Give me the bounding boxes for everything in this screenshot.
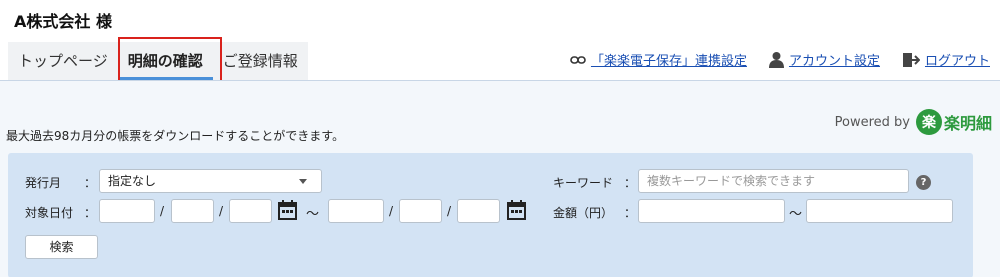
date-to-month-input[interactable]	[399, 199, 442, 223]
date-to-day-input[interactable]	[457, 199, 500, 223]
date-separator: /	[389, 204, 394, 218]
dropdown-arrow-icon	[299, 179, 307, 184]
company-name: A株式会社 様	[14, 12, 112, 31]
date-separator: /	[219, 204, 224, 218]
logout-icon	[902, 52, 920, 67]
link-settings-link[interactable]: 「楽楽電子保存」連携設定	[570, 50, 747, 69]
main-content: 最大過去98カ月分の帳票をダウンロードすることができます。 Powered by…	[0, 80, 1000, 277]
date-from-day-input[interactable]	[229, 199, 272, 223]
download-notice: 最大過去98カ月分の帳票をダウンロードすることができます。	[6, 129, 345, 143]
keyword-placeholder: 複数キーワードで検索できます	[647, 174, 816, 188]
search-button[interactable]: 検索	[25, 235, 98, 259]
logout-link[interactable]: ログアウト	[902, 50, 990, 69]
date-separator: /	[447, 204, 452, 218]
logout-label[interactable]: ログアウト	[925, 50, 990, 69]
issue-month-colon: ：	[84, 176, 97, 190]
link-icon	[570, 55, 586, 64]
top-navigation: 「楽楽電子保存」連携設定 アカウント設定 ログアウト	[570, 50, 990, 69]
issue-month-select[interactable]: 指定なし	[99, 169, 322, 193]
powered-by-branding: Powered by 楽 楽明細	[835, 109, 992, 135]
link-settings-label[interactable]: 「楽楽電子保存」連携設定	[591, 50, 747, 69]
date-range-separator: 〜	[306, 207, 320, 222]
target-date-label: 対象日付	[25, 206, 74, 220]
date-from-year-input[interactable]	[99, 199, 155, 223]
amount-min-input[interactable]	[638, 199, 785, 223]
powered-by-label: Powered by	[834, 114, 910, 130]
help-icon[interactable]: ?	[916, 175, 931, 190]
tab-registration-info[interactable]: ご登録情報	[212, 42, 308, 80]
tab-top-page[interactable]: トップページ	[8, 42, 118, 80]
amount-colon: ：	[624, 206, 637, 220]
date-separator: /	[160, 204, 165, 218]
account-settings-link[interactable]: アカウント設定	[768, 50, 880, 69]
keyword-label: キーワード	[553, 176, 614, 190]
target-date-colon: ：	[84, 206, 97, 220]
date-from-month-input[interactable]	[171, 199, 214, 223]
user-icon	[768, 52, 784, 68]
amount-range-separator: 〜	[789, 207, 803, 222]
date-to-year-input[interactable]	[328, 199, 384, 223]
calendar-icon[interactable]	[507, 200, 526, 220]
amount-max-input[interactable]	[806, 199, 953, 223]
brand-name: 楽明細	[943, 114, 992, 133]
account-settings-label[interactable]: アカウント設定	[789, 50, 880, 69]
keyword-input[interactable]: 複数キーワードで検索できます	[638, 169, 909, 193]
issue-month-label: 発行月	[25, 176, 62, 190]
search-panel: 発行月 ： 指定なし キーワード ： 複数キーワードで検索できます ? 対象日付…	[8, 153, 973, 277]
calendar-icon[interactable]	[278, 200, 297, 220]
brand-logo-icon: 楽	[915, 109, 942, 135]
amount-label: 金額（円）	[553, 206, 614, 220]
keyword-colon: ：	[624, 176, 637, 190]
issue-month-value: 指定なし	[108, 174, 157, 188]
